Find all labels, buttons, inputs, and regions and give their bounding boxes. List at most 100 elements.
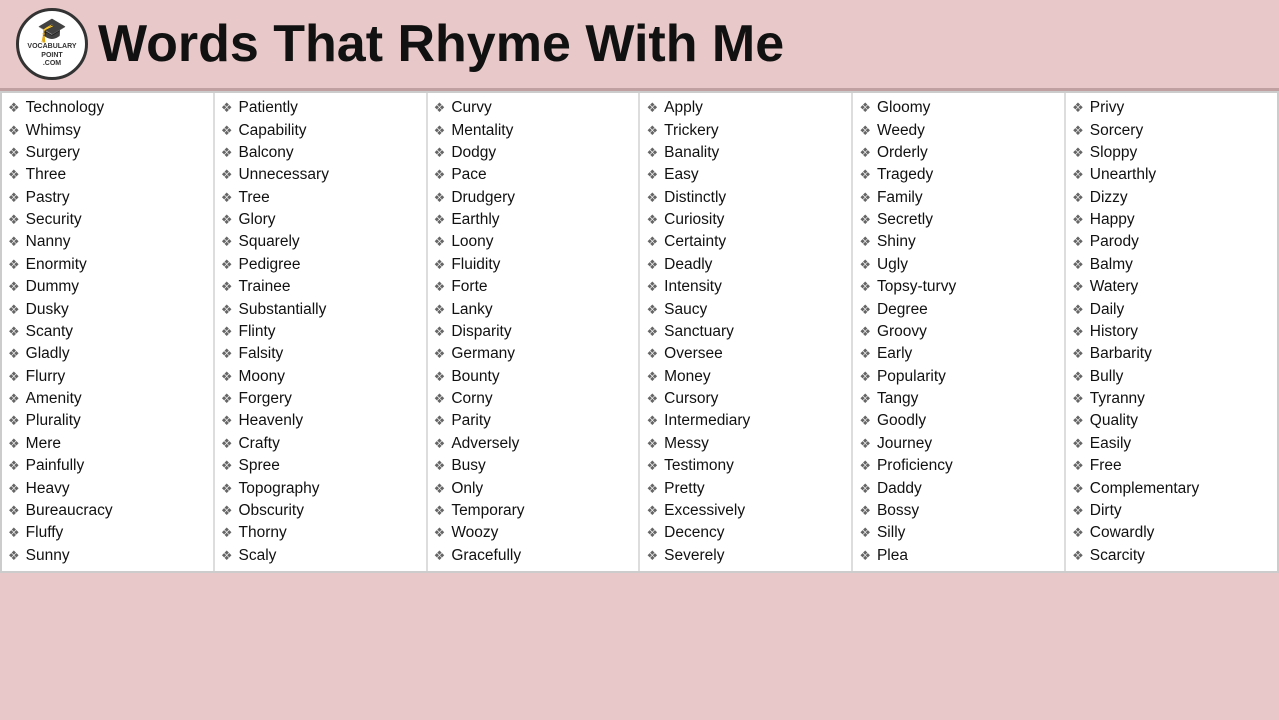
column-1: ❖Technology❖Whimsy❖Surgery❖Three❖Pastry❖…: [2, 93, 215, 571]
bullet-icon: ❖: [8, 145, 20, 161]
bullet-icon: ❖: [646, 458, 658, 474]
list-item: ❖Temporary: [434, 500, 633, 522]
bullet-icon: ❖: [859, 145, 871, 161]
word-label: Deadly: [664, 256, 712, 274]
word-label: Whimsy: [26, 122, 81, 140]
list-item: ❖Unearthly: [1072, 164, 1271, 186]
list-item: ❖ Deadly: [646, 254, 845, 276]
list-item: ❖Complementary: [1072, 477, 1271, 499]
list-item: ❖Popularity: [859, 366, 1058, 388]
word-label: Money: [664, 368, 711, 386]
word-label: Mere: [26, 435, 61, 453]
word-label: Pretty: [664, 480, 704, 498]
list-item: ❖Bully: [1072, 366, 1271, 388]
word-label: Three: [26, 166, 67, 184]
list-item: ❖Degree: [859, 298, 1058, 320]
list-item: ❖Money: [646, 366, 845, 388]
list-item: ❖Earthly: [434, 209, 633, 231]
word-label: Balmy: [1090, 256, 1133, 274]
bullet-icon: ❖: [221, 525, 233, 541]
word-label: Capability: [238, 122, 306, 140]
bullet-icon: ❖: [434, 100, 446, 116]
list-item: ❖Flurry: [8, 366, 207, 388]
list-item: ❖Unnecessary: [221, 164, 420, 186]
list-item: ❖Pace: [434, 164, 633, 186]
bullet-icon: ❖: [646, 302, 658, 318]
word-label: Adversely: [451, 435, 519, 453]
word-label: Squarely: [238, 233, 299, 251]
word-label: Security: [26, 211, 82, 229]
word-label: Dodgy: [451, 144, 496, 162]
word-label: Easy: [664, 166, 698, 184]
list-item: ❖Sanctuary: [646, 321, 845, 343]
list-item: ❖Family: [859, 187, 1058, 209]
column-6: ❖Privy❖Sorcery❖Sloppy❖Unearthly❖Dizzy❖Ha…: [1066, 93, 1277, 571]
bullet-icon: ❖: [434, 548, 446, 564]
word-label: Barbarity: [1090, 345, 1152, 363]
bullet-icon: ❖: [646, 391, 658, 407]
word-label: Saucy: [664, 301, 707, 319]
word-label: Quality: [1090, 412, 1138, 430]
word-label: Mentality: [451, 122, 513, 140]
list-item: ❖Forte: [434, 276, 633, 298]
bullet-icon: ❖: [1072, 481, 1084, 497]
bullet-icon: ❖: [1072, 525, 1084, 541]
word-label: Dirty: [1090, 502, 1122, 520]
list-item: ❖Groovy: [859, 321, 1058, 343]
word-label: Secretly: [877, 211, 933, 229]
list-item: ❖Only: [434, 477, 633, 499]
word-label: Flurry: [26, 368, 66, 386]
bullet-icon: ❖: [221, 436, 233, 452]
bullet-icon: ❖: [221, 100, 233, 116]
list-item: ❖ Three: [8, 164, 207, 186]
bullet-icon: ❖: [434, 458, 446, 474]
word-label: Degree: [877, 301, 928, 319]
list-item: ❖Intensity: [646, 276, 845, 298]
word-label: Intensity: [664, 278, 722, 296]
word-label: Parody: [1090, 233, 1139, 251]
bullet-icon: ❖: [646, 123, 658, 139]
bullet-icon: ❖: [434, 369, 446, 385]
bullet-icon: ❖: [221, 212, 233, 228]
bullet-icon: ❖: [8, 190, 20, 206]
bullet-icon: ❖: [859, 234, 871, 250]
word-label: Apply: [664, 99, 703, 117]
list-item: ❖Mentality: [434, 119, 633, 141]
list-item: ❖Squarely: [221, 231, 420, 253]
bullet-icon: ❖: [8, 123, 20, 139]
bullet-icon: ❖: [8, 436, 20, 452]
bullet-icon: ❖: [8, 167, 20, 183]
list-item: ❖Daily: [1072, 298, 1271, 320]
word-label: Forgery: [238, 390, 291, 408]
word-label: Oversee: [664, 345, 723, 363]
list-item: ❖Dirty: [1072, 500, 1271, 522]
bullet-icon: ❖: [859, 346, 871, 362]
list-item: ❖Sloppy: [1072, 142, 1271, 164]
list-item: ❖Capability: [221, 119, 420, 141]
list-item: ❖ Saucy: [646, 298, 845, 320]
list-item: ❖Orderly: [859, 142, 1058, 164]
list-item: ❖Cursory: [646, 388, 845, 410]
list-item: ❖Journey: [859, 433, 1058, 455]
list-item: ❖Parody: [1072, 231, 1271, 253]
list-item: ❖Gloomy: [859, 97, 1058, 119]
bullet-icon: ❖: [646, 257, 658, 273]
word-label: Sloppy: [1090, 144, 1137, 162]
bullet-icon: ❖: [1072, 123, 1084, 139]
word-label: Nanny: [26, 233, 71, 251]
bullet-icon: ❖: [221, 302, 233, 318]
list-item: ❖Crafty: [221, 433, 420, 455]
list-item: ❖Lanky: [434, 298, 633, 320]
word-label: Dizzy: [1090, 189, 1128, 207]
bullet-icon: ❖: [1072, 100, 1084, 116]
word-label: Proficiency: [877, 457, 953, 475]
word-label: Groovy: [877, 323, 927, 341]
list-item: ❖Tangy: [859, 388, 1058, 410]
list-item: ❖Sorcery: [1072, 119, 1271, 141]
word-label: Bossy: [877, 502, 919, 520]
list-item: ❖Pastry: [8, 187, 207, 209]
list-item: ❖Fluffy: [8, 522, 207, 544]
word-label: Intermediary: [664, 412, 750, 430]
bullet-icon: ❖: [434, 257, 446, 273]
word-label: Scarcity: [1090, 547, 1145, 565]
